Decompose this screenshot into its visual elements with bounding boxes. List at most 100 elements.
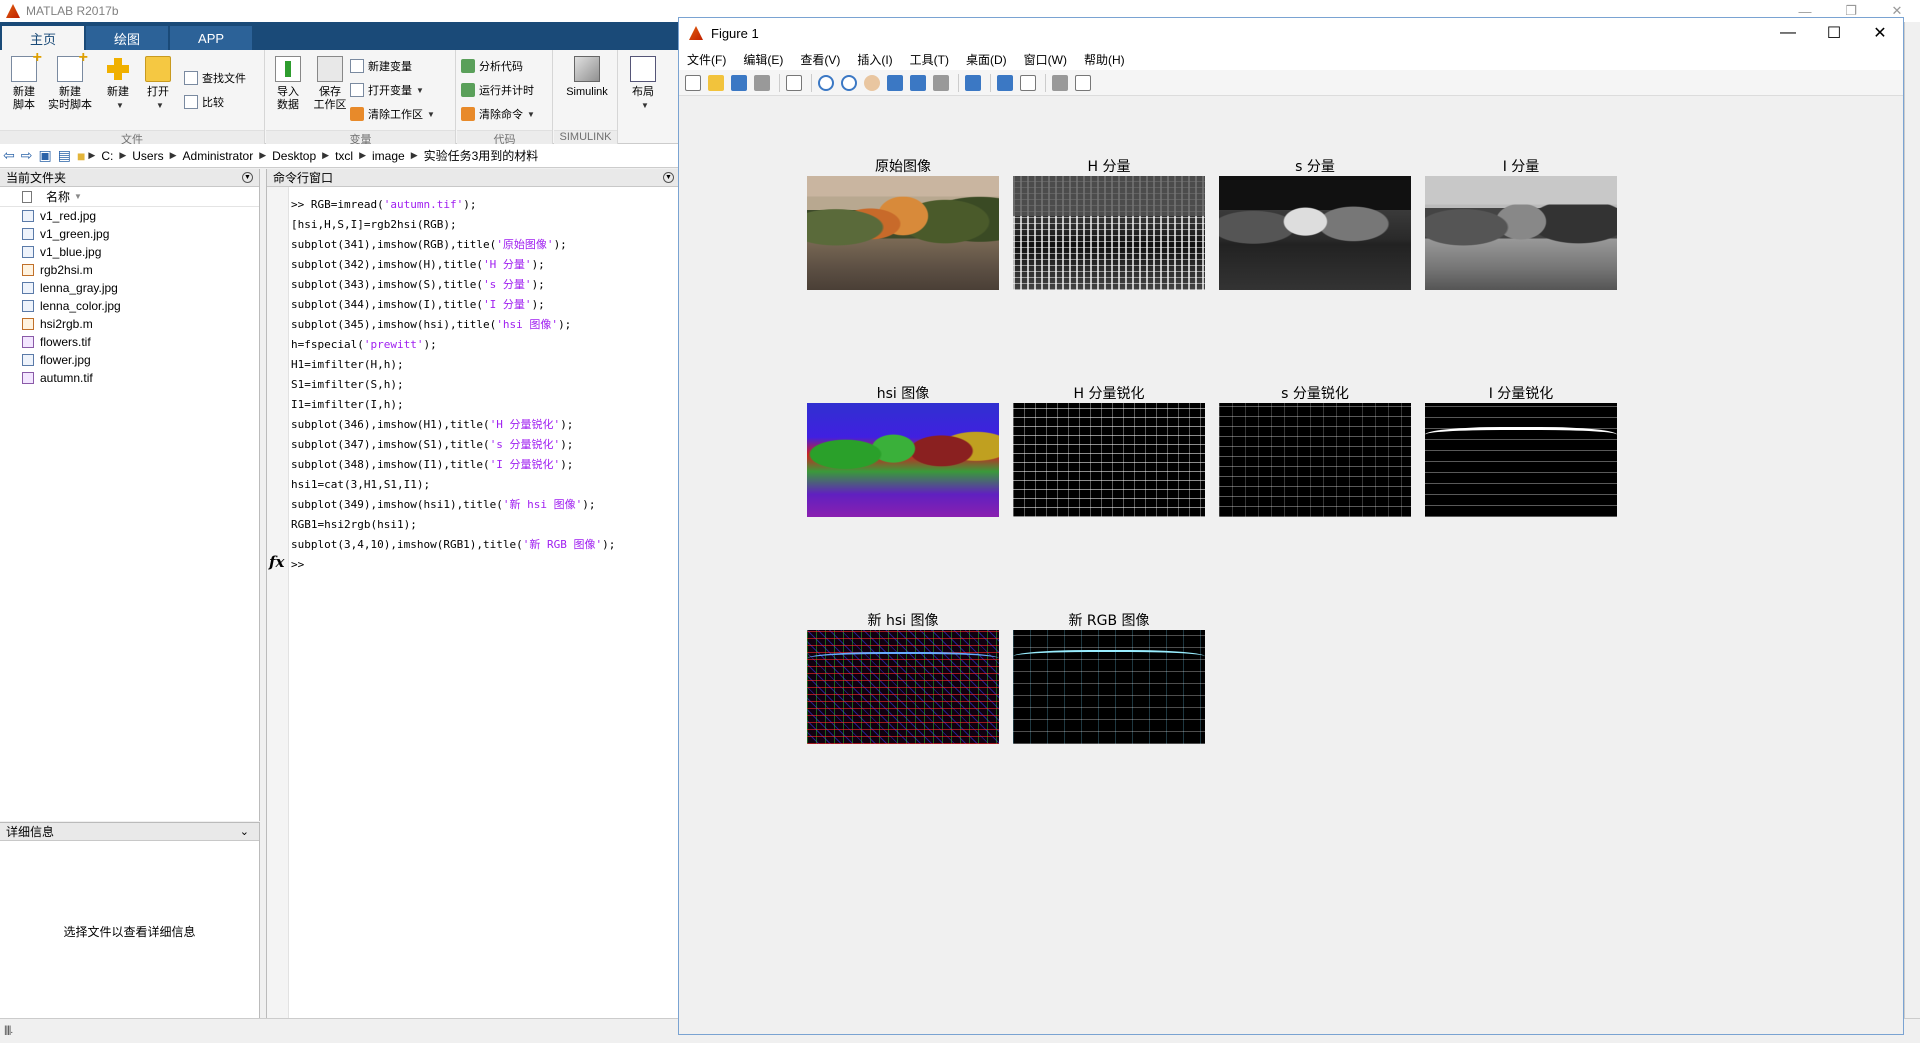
zoom-out-icon[interactable] bbox=[841, 74, 857, 91]
new-variable-button[interactable]: 新建变量 bbox=[350, 56, 412, 76]
command-line: hsi1=cat(3,H1,S1,I1); bbox=[291, 475, 680, 495]
breadcrumb-administrator[interactable]: Administrator bbox=[183, 149, 254, 163]
tab-plots[interactable]: 绘图 bbox=[86, 26, 169, 50]
subplot-axes[interactable]: I 分量 bbox=[1425, 158, 1617, 290]
layout-button[interactable]: 布局 ▼ bbox=[621, 56, 665, 112]
command-line: subplot(342),imshow(H),title('H 分量'); bbox=[291, 255, 680, 275]
tab-apps[interactable]: APP bbox=[170, 26, 253, 50]
details-title: 详细信息 bbox=[6, 825, 55, 839]
find-files-button[interactable]: 查找文件 bbox=[184, 68, 246, 88]
print-icon[interactable] bbox=[754, 74, 770, 91]
file-list-item[interactable]: lenna_gray.jpg bbox=[0, 279, 259, 297]
subplot-axes[interactable]: 新 RGB 图像 bbox=[1013, 612, 1205, 744]
breadcrumb-material-folder[interactable]: 实验任务3用到的材料 bbox=[424, 147, 539, 164]
file-list-item[interactable]: v1_green.jpg bbox=[0, 225, 259, 243]
command-text: H1=imfilter(H,h); bbox=[291, 358, 404, 371]
breadcrumb-users[interactable]: Users bbox=[132, 149, 163, 163]
subplot-axes[interactable]: 新 hsi 图像 bbox=[807, 612, 999, 744]
folder-icon: ■ bbox=[76, 147, 86, 164]
subplot-axes[interactable]: s 分量锐化 bbox=[1219, 385, 1411, 517]
clear-commands-button[interactable]: 清除命令 ▼ bbox=[461, 104, 535, 124]
column-header-name[interactable]: 名称 ▼ bbox=[0, 187, 259, 207]
figure-menu-item[interactable]: 插入(I) bbox=[857, 51, 892, 68]
figure-menu-item[interactable]: 查看(V) bbox=[800, 51, 840, 68]
tab-home[interactable]: 主页 bbox=[2, 26, 85, 50]
subplot-axes[interactable]: 原始图像 bbox=[807, 158, 999, 290]
pan-icon[interactable] bbox=[864, 74, 880, 91]
back-arrow-icon[interactable]: ⇦ bbox=[3, 147, 15, 164]
file-list-item[interactable]: hsi2rgb.m bbox=[0, 315, 259, 333]
new-button[interactable]: 新建 ▼ bbox=[96, 56, 140, 112]
import-data-button[interactable]: 导入 数据 bbox=[266, 56, 310, 112]
file-list-item[interactable]: v1_blue.jpg bbox=[0, 243, 259, 261]
brush-icon[interactable] bbox=[933, 74, 949, 91]
insert-legend-icon[interactable] bbox=[1020, 74, 1036, 91]
open-button[interactable]: 打开 ▼ bbox=[136, 56, 180, 112]
figure-minimize-button[interactable]: — bbox=[1765, 18, 1811, 48]
panel-actions-icon[interactable]: ▼ bbox=[242, 172, 253, 183]
clear-workspace-button[interactable]: 清除工作区 ▼ bbox=[350, 104, 435, 124]
new-live-script-button[interactable]: 新建 实时脚本 bbox=[48, 51, 92, 112]
breadcrumb-desktop[interactable]: Desktop bbox=[272, 149, 316, 163]
browse-folder-icon[interactable]: ▤ bbox=[58, 147, 71, 164]
command-window[interactable]: 命令行窗口 ▼ >> RGB=imread('autumn.tif'); [hsi… bbox=[266, 169, 680, 1018]
pointer-icon[interactable] bbox=[786, 74, 802, 91]
save-workspace-button[interactable]: 保存 工作区 bbox=[308, 56, 352, 112]
command-text: [hsi,H,S,I]=rgb2hsi(RGB); bbox=[291, 218, 457, 231]
simulink-button[interactable]: Simulink bbox=[562, 56, 612, 99]
file-list-item[interactable]: flowers.tif bbox=[0, 333, 259, 351]
figure-menu-item[interactable]: 窗口(W) bbox=[1024, 51, 1067, 68]
group-variable-label: 变量 bbox=[266, 130, 455, 146]
figure-maximize-button[interactable]: ☐ bbox=[1811, 18, 1857, 48]
link-plot-icon[interactable] bbox=[965, 74, 981, 91]
breadcrumb-image[interactable]: image bbox=[372, 149, 405, 163]
details-header[interactable]: 详细信息 ⌄ bbox=[0, 823, 259, 841]
file-list-item[interactable]: lenna_color.jpg bbox=[0, 297, 259, 315]
save-figure-icon[interactable] bbox=[731, 74, 747, 91]
subplot-axes[interactable]: H 分量锐化 bbox=[1013, 385, 1205, 517]
compare-button[interactable]: 比较 bbox=[184, 92, 224, 112]
zoom-in-icon[interactable] bbox=[818, 74, 834, 91]
hide-plot-tools-icon[interactable] bbox=[1052, 74, 1068, 91]
subplot-axes[interactable]: s 分量 bbox=[1219, 158, 1411, 290]
insert-colorbar-icon[interactable] bbox=[997, 74, 1013, 91]
image-file-icon bbox=[22, 282, 34, 294]
data-cursor-icon[interactable] bbox=[910, 74, 926, 91]
subplot-title: I 分量锐化 bbox=[1488, 386, 1554, 402]
group-simulink: Simulink SIMULINK bbox=[554, 50, 618, 144]
new-figure-icon[interactable] bbox=[685, 74, 701, 91]
run-and-time-button[interactable]: 运行并计时 bbox=[461, 80, 534, 100]
figure-menu-item[interactable]: 桌面(D) bbox=[966, 51, 1007, 68]
open-variable-button[interactable]: 打开变量 ▼ bbox=[350, 80, 424, 100]
figure-close-button[interactable]: ✕ bbox=[1857, 18, 1903, 48]
open-file-icon[interactable] bbox=[708, 74, 724, 91]
subplot-axes[interactable]: hsi 图像 bbox=[807, 385, 999, 517]
function-browser-icon[interactable]: fx bbox=[269, 553, 284, 571]
chevron-down-icon[interactable]: ⌄ bbox=[240, 825, 249, 838]
figure-menu-item[interactable]: 编辑(E) bbox=[743, 51, 783, 68]
forward-arrow-icon[interactable]: ⇨ bbox=[21, 147, 33, 164]
file-list-item[interactable]: v1_red.jpg bbox=[0, 207, 259, 225]
figure-menu-item[interactable]: 工具(T) bbox=[910, 51, 949, 68]
analyze-code-button[interactable]: 分析代码 bbox=[461, 56, 523, 76]
figure-menu-item[interactable]: 帮助(H) bbox=[1084, 51, 1125, 68]
file-list-item[interactable]: rgb2hsi.m bbox=[0, 261, 259, 279]
command-text: h=fspecial( bbox=[291, 338, 364, 351]
new-script-button[interactable]: 新建 脚本 bbox=[2, 51, 46, 112]
figure-menu-item[interactable]: 文件(F) bbox=[687, 51, 726, 68]
up-folder-icon[interactable]: ▣ bbox=[38, 147, 51, 164]
show-plot-tools-icon[interactable] bbox=[1075, 74, 1091, 91]
file-list-item[interactable]: flower.jpg bbox=[0, 351, 259, 369]
command-prompt[interactable]: >> bbox=[291, 555, 680, 575]
subplot-axes[interactable]: H 分量 bbox=[1013, 158, 1205, 290]
run-and-time-icon bbox=[461, 83, 475, 97]
breadcrumb-drive[interactable]: C: bbox=[101, 149, 113, 163]
rotate-3d-icon[interactable] bbox=[887, 74, 903, 91]
toolbar-separator bbox=[779, 73, 780, 92]
command-text: I1=imfilter(I,h); bbox=[291, 398, 404, 411]
panel-actions-icon[interactable]: ▼ bbox=[663, 172, 674, 183]
file-list-item[interactable]: autumn.tif bbox=[0, 369, 259, 387]
run-and-time-label: 运行并计时 bbox=[479, 85, 534, 97]
breadcrumb-txcl[interactable]: txcl bbox=[335, 149, 353, 163]
subplot-axes[interactable]: I 分量锐化 bbox=[1425, 385, 1617, 517]
